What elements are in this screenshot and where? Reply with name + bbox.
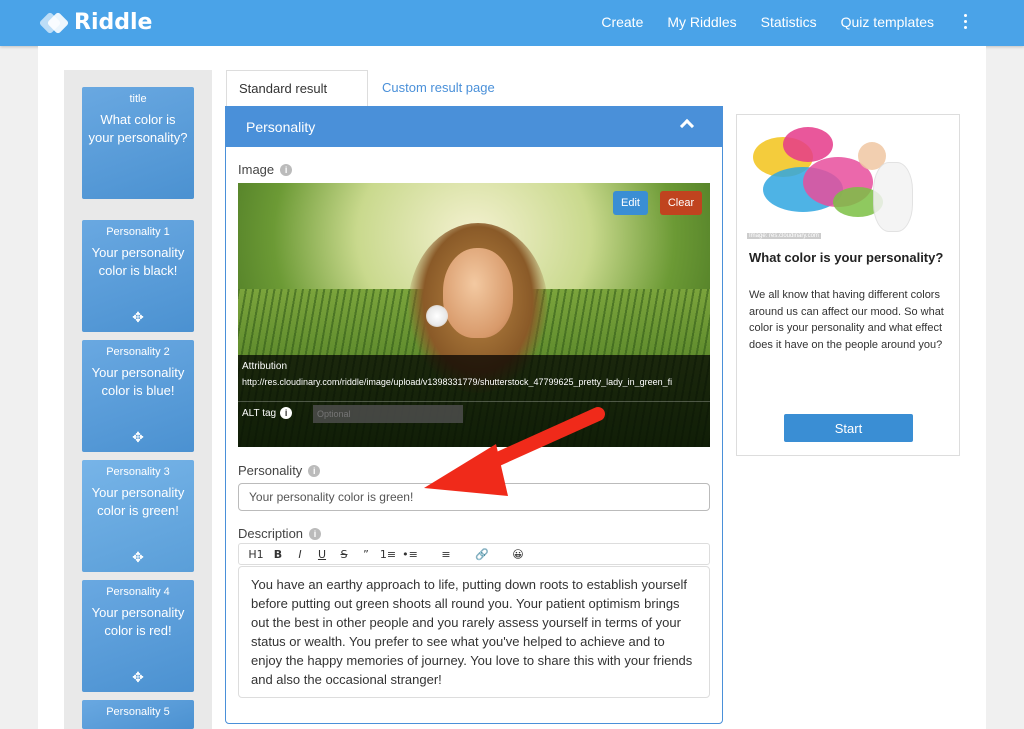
personality-label-text: Personality [238,463,303,478]
nav-quiz-templates[interactable]: Quiz templates [841,14,934,30]
underline-button[interactable]: U [311,548,333,561]
card-text: Your personality color is black! [91,245,185,278]
drag-handle-icon[interactable]: ✥ [132,309,144,326]
image-label: Image i [238,162,293,177]
top-nav-bar: Riddle Create My Riddles Statistics Quiz… [0,0,1024,46]
preview-description: We all know that having different colors… [749,289,944,351]
personality-label: Personality i [238,463,321,478]
panel-title: Personality [246,119,316,135]
more-menu-icon[interactable] [962,14,968,29]
description-label-text: Description [238,526,304,541]
drag-handle-icon[interactable]: ✥ [132,549,144,566]
card-text: Your personality color is red! [91,605,185,638]
tab-standard-result-page[interactable]: Standard result page [226,70,368,132]
align-button[interactable]: ≡ [435,548,457,561]
card-label: Personality 2 [106,346,170,358]
nav-my-riddles[interactable]: My Riddles [667,14,736,30]
info-icon[interactable]: i [280,407,293,419]
unordered-list-button[interactable]: •≡ [399,548,421,561]
strikethrough-button[interactable]: S [333,548,355,561]
main-nav: Create My Riddles Statistics Quiz templa… [601,14,934,30]
attribution-url[interactable]: http://res.cloudinary.com/riddle/image/u… [242,377,706,387]
logo-icon [38,11,70,34]
ordered-list-button[interactable]: 1≡ [377,548,399,561]
link-icon[interactable]: 🔗 [471,548,493,561]
card-label: Personality 1 [106,226,170,238]
card-label: title [129,93,147,105]
clear-image-button[interactable]: Clear [660,191,702,215]
card-label: Personality 3 [106,466,170,478]
description-editor[interactable]: You have an earthy approach to life, put… [238,566,710,698]
attribution-label: Attribution [242,361,288,372]
drag-handle-icon[interactable]: ✥ [132,669,144,686]
preview-image: Image: res.cloudinary.com [743,117,953,241]
sidebar-card-personality-1[interactable]: Personality 1 Your personality color is … [82,220,194,332]
quiz-preview: Image: res.cloudinary.com What color is … [736,114,960,456]
heading-button[interactable]: H1 [245,548,267,561]
description-label: Description i [238,526,322,541]
edit-image-button[interactable]: Edit [613,191,648,215]
tab-custom-result-page[interactable]: Custom result page [370,70,507,106]
panel-header[interactable]: Personality [226,107,722,147]
sidebar-card-personality-3[interactable]: Personality 3 Your personality color is … [82,460,194,572]
info-icon[interactable]: i [309,527,322,540]
card-text: Your personality color is green! [91,485,185,518]
bold-button[interactable]: B [267,548,289,561]
alt-tag-label: ALT tag i [242,407,293,419]
rich-text-toolbar: H1 B I U S ” 1≡ •≡ ≡ 🔗 😀 [238,543,710,565]
italic-button[interactable]: I [289,548,311,561]
start-button[interactable]: Start [784,414,913,442]
logo-text: Riddle [74,10,153,35]
preview-title: What color is your personality? [749,250,944,265]
quote-button[interactable]: ” [355,548,377,561]
info-icon[interactable]: i [308,464,321,477]
sidebar-card-personality-5[interactable]: Personality 5 [82,700,194,729]
card-label: Personality 4 [106,586,170,598]
preview-image-credit: Image: res.cloudinary.com [747,233,821,239]
nav-statistics[interactable]: Statistics [761,14,817,30]
nav-create[interactable]: Create [601,14,643,30]
sidebar-card-title[interactable]: title What color is your personality? [82,87,194,199]
annotation-arrow-icon [424,407,605,496]
info-icon[interactable]: i [280,163,293,176]
card-text: Your personality color is blue! [91,365,185,398]
card-text: What color is your personality? [88,112,188,145]
chevron-up-icon[interactable] [679,118,695,134]
alt-tag-label-text: ALT tag [242,407,277,419]
sidebar-card-personality-2[interactable]: Personality 2 Your personality color is … [82,340,194,452]
image-label-text: Image [238,162,275,177]
drag-handle-icon[interactable]: ✥ [132,429,144,446]
card-label: Personality 5 [106,706,170,718]
sidebar-card-personality-4[interactable]: Personality 4 Your personality color is … [82,580,194,692]
emoji-icon[interactable]: 😀 [507,548,529,561]
riddle-logo[interactable]: Riddle [38,10,153,35]
